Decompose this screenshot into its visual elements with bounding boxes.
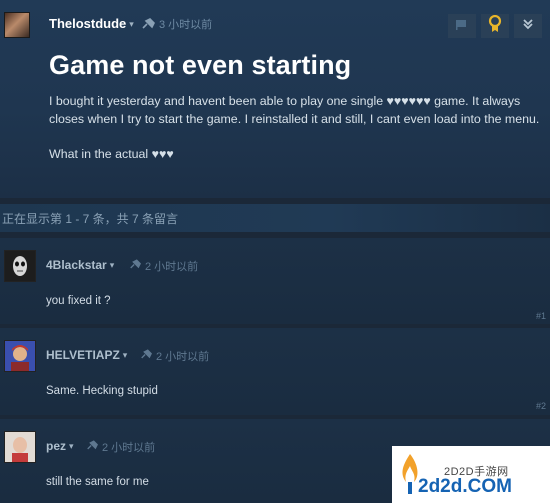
comment-count-text: 正在显示第 1 - 7 条，共 7 条留言 (2, 212, 179, 226)
reply-time: 2 小时以前 (145, 261, 199, 273)
reply-author[interactable]: 4Blackstar ▾ (46, 258, 114, 272)
chevron-down-icon[interactable]: ▾ (69, 441, 74, 451)
flag-icon (455, 17, 469, 35)
reply-time: 2 小时以前 (156, 351, 210, 363)
post-actions (448, 14, 542, 38)
reply-text: still the same for me (46, 476, 149, 488)
author-name[interactable]: Thelostdude ▾ (49, 16, 134, 31)
reply-number[interactable]: #1 (536, 311, 546, 321)
author-avatar[interactable] (4, 12, 30, 38)
expand-icon (522, 17, 534, 35)
watermark-title: 2d2d.COM (418, 476, 512, 497)
reply-author[interactable]: pez ▾ (46, 439, 74, 453)
reply-meta: 2 小时以前 (86, 439, 155, 455)
original-post: Thelostdude ▾ 3 小时以前 Game not even starti… (0, 0, 550, 198)
award-button[interactable] (481, 14, 509, 38)
reply-meta: 2 小时以前 (140, 348, 209, 364)
reply-text: Same. Hecking stupid (46, 385, 158, 397)
reply-text: you fixed it ? (46, 295, 111, 307)
post-time: 3 小时以前 (159, 19, 213, 31)
reply-meta: 2 小时以前 (129, 258, 198, 274)
reply-avatar[interactable] (4, 340, 36, 372)
pin-icon (86, 440, 98, 454)
post-paragraph: I bought it yesterday and havent been ab… (49, 94, 540, 126)
expand-button[interactable] (514, 14, 542, 38)
post-meta: 3 小时以前 (141, 16, 212, 32)
reply-author-text[interactable]: HELVETIAPZ (46, 348, 120, 362)
flag-button[interactable] (448, 14, 476, 38)
reply-avatar[interactable] (4, 250, 36, 282)
chevron-down-icon[interactable]: ▾ (129, 19, 134, 29)
chevron-down-icon[interactable]: ▾ (110, 260, 115, 270)
reply-author[interactable]: HELVETIAPZ ▾ (46, 348, 127, 362)
pin-icon (141, 18, 155, 30)
comment-count-bar: 正在显示第 1 - 7 条，共 7 条留言 (0, 204, 550, 232)
reply-item: 4Blackstar ▾ 2 小时以前 you fixed it ? #1 (0, 238, 550, 324)
post-paragraph: What in the actual ♥♥♥ (49, 147, 174, 161)
post-body: I bought it yesterday and havent been ab… (49, 92, 545, 180)
reply-author-text[interactable]: 4Blackstar (46, 258, 107, 272)
award-icon (488, 14, 502, 38)
author-name-text[interactable]: Thelostdude (49, 16, 126, 31)
post-title: Game not even starting (49, 50, 352, 80)
pin-icon (140, 349, 152, 363)
pin-icon (129, 259, 141, 273)
chevron-down-icon[interactable]: ▾ (123, 350, 128, 360)
reply-item: HELVETIAPZ ▾ 2 小时以前 Same. Hecking stupid … (0, 328, 550, 415)
reply-author-text[interactable]: pez (46, 439, 66, 453)
watermark: 2D2D手游网 2d2d.COM (392, 446, 550, 503)
reply-time: 2 小时以前 (102, 442, 156, 454)
reply-number[interactable]: #2 (536, 401, 546, 411)
reply-avatar[interactable] (4, 431, 36, 463)
